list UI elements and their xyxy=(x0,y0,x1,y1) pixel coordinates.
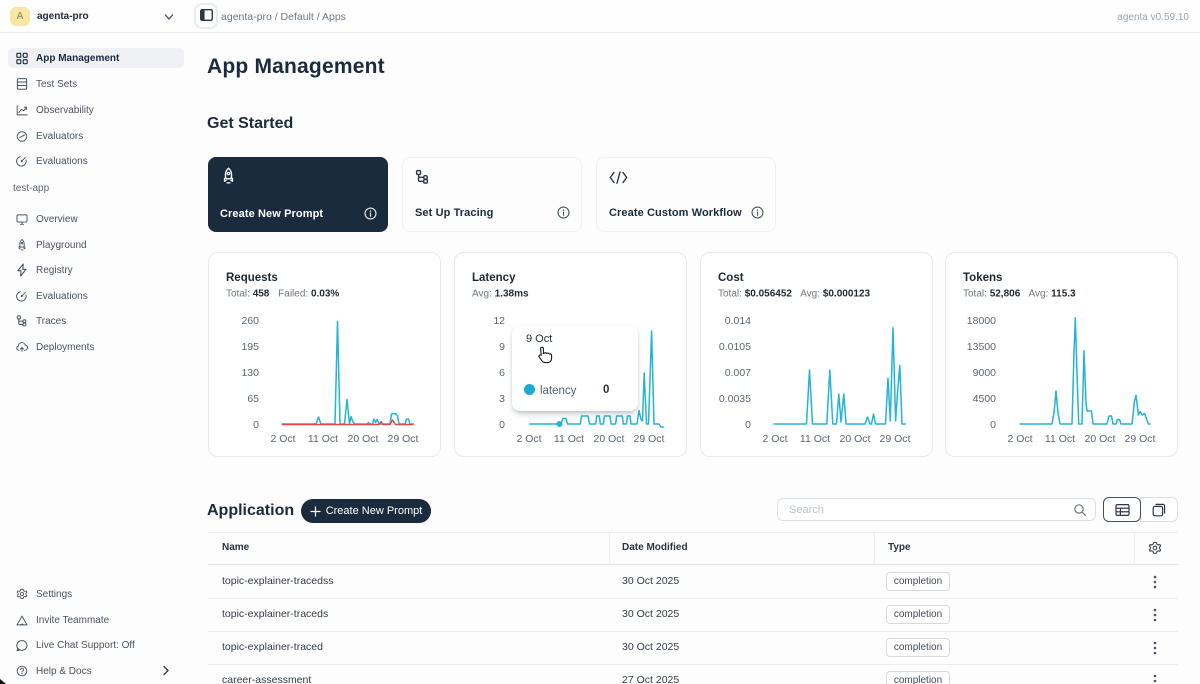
svg-text:2 Oct: 2 Oct xyxy=(270,433,295,445)
svg-text:4500: 4500 xyxy=(973,393,997,405)
svg-text:0: 0 xyxy=(745,419,751,431)
svg-text:Tokens: Tokens xyxy=(963,272,1002,284)
svg-text:18000: 18000 xyxy=(967,315,996,327)
svg-text:12: 12 xyxy=(493,315,505,327)
svg-text:2 Oct: 2 Oct xyxy=(762,433,787,445)
svg-text:2 Oct: 2 Oct xyxy=(516,433,541,445)
svg-text:260: 260 xyxy=(241,315,259,327)
svg-text:130: 130 xyxy=(241,367,259,379)
svg-text:Latency: Latency xyxy=(472,272,516,284)
svg-text:9: 9 xyxy=(499,341,505,353)
svg-text:195: 195 xyxy=(241,341,259,353)
svg-text:0.007: 0.007 xyxy=(725,367,751,379)
svg-text:Total: $0.056452 Avg: $0.00012: Total: $0.056452 Avg: $0.000123 xyxy=(718,289,871,300)
svg-text:29 Oct: 29 Oct xyxy=(880,433,911,445)
svg-text:2 Oct: 2 Oct xyxy=(1007,433,1032,445)
svg-text:6: 6 xyxy=(499,367,505,379)
svg-text:20 Oct: 20 Oct xyxy=(1085,433,1116,445)
svg-text:Requests: Requests xyxy=(226,272,278,284)
svg-text:11 Oct: 11 Oct xyxy=(554,433,584,445)
svg-text:0: 0 xyxy=(499,419,505,431)
svg-text:0: 0 xyxy=(990,419,996,431)
svg-text:29 Oct: 29 Oct xyxy=(634,433,665,445)
svg-text:Cost: Cost xyxy=(718,272,744,284)
svg-text:Total: 458 Failed: 0.03%: Total: 458 Failed: 0.03% xyxy=(226,289,339,300)
svg-text:29 Oct: 29 Oct xyxy=(388,433,419,445)
svg-text:0.0105: 0.0105 xyxy=(719,341,751,353)
svg-text:13500: 13500 xyxy=(967,341,996,353)
svg-text:11 Oct: 11 Oct xyxy=(800,433,830,445)
svg-text:11 Oct: 11 Oct xyxy=(1045,433,1075,445)
svg-text:Avg: 1.38ms: Avg: 1.38ms xyxy=(472,289,529,300)
svg-text:0: 0 xyxy=(253,419,259,431)
svg-text:3: 3 xyxy=(499,393,505,405)
svg-text:Total: 52,806 Avg: 115.3: Total: 52,806 Avg: 115.3 xyxy=(963,289,1076,300)
svg-text:20 Oct: 20 Oct xyxy=(348,433,379,445)
svg-text:20 Oct: 20 Oct xyxy=(840,433,871,445)
svg-text:0.014: 0.014 xyxy=(725,315,751,327)
svg-text:11 Oct: 11 Oct xyxy=(308,433,338,445)
svg-text:29 Oct: 29 Oct xyxy=(1125,433,1156,445)
svg-text:0.0035: 0.0035 xyxy=(719,393,751,405)
svg-text:65: 65 xyxy=(247,393,259,405)
svg-text:9000: 9000 xyxy=(973,367,997,379)
svg-text:20 Oct: 20 Oct xyxy=(594,433,625,445)
